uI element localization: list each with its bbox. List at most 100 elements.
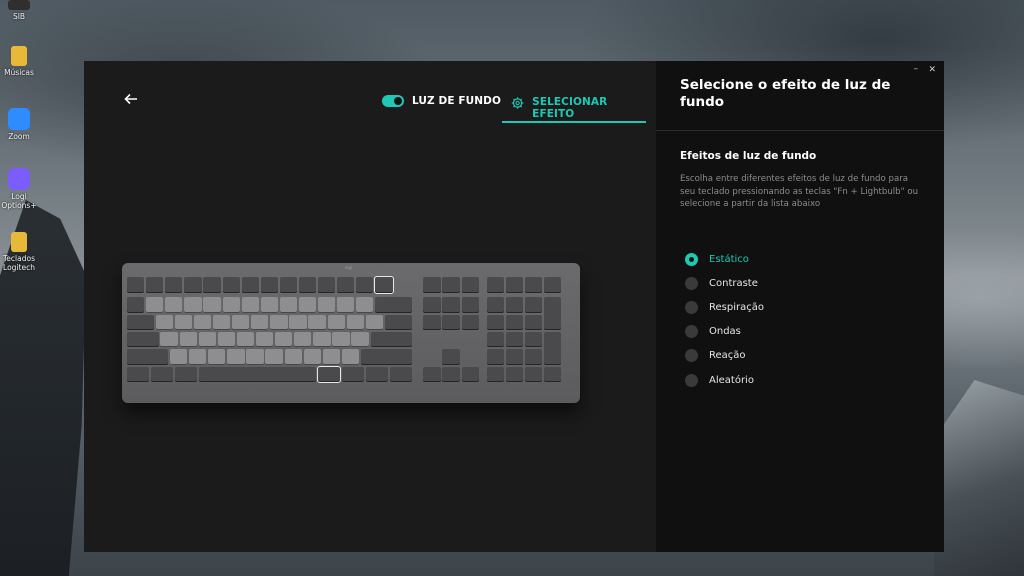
keyboard-key (169, 349, 188, 365)
keyboard-key (127, 366, 150, 382)
keyboard-key (442, 277, 460, 293)
desktop-icon-sib[interactable]: SIB (0, 0, 38, 21)
keyboard-key (298, 297, 317, 313)
keyboard-key (279, 277, 298, 293)
option-respiracao[interactable]: Respiração (685, 295, 764, 319)
keyboard-key (208, 349, 226, 365)
radio-button[interactable] (685, 373, 698, 387)
desktop-icon-musicas[interactable]: Músicas (0, 46, 38, 77)
keyboard-key (461, 277, 479, 293)
keyboard-key (160, 331, 178, 348)
minimize-button[interactable]: – (914, 64, 919, 74)
numpad-key (524, 366, 543, 382)
keyboard-key (341, 349, 360, 365)
panel-divider (656, 130, 944, 131)
keyboard-key (461, 366, 479, 382)
close-button[interactable]: ✕ (928, 65, 936, 75)
keyboard-key (303, 349, 321, 365)
keyboard-key (346, 314, 364, 331)
keyboard-key (423, 314, 441, 331)
keyboard-key (270, 314, 288, 331)
numpad-key (486, 314, 504, 331)
panel-title: Selecione o efeito de luz de fundo (680, 77, 891, 110)
radio-button[interactable] (685, 276, 698, 290)
keyboard-key (327, 314, 345, 331)
numpad-key (524, 297, 543, 313)
keyboard-key (442, 314, 460, 331)
keyboard-key (232, 314, 250, 331)
folder-icon (11, 232, 27, 252)
keyboard-key (174, 366, 197, 382)
radio-button[interactable] (685, 300, 698, 314)
keyboard-key (351, 331, 369, 348)
radio-button[interactable] (685, 252, 698, 266)
desktop-icon-zoom[interactable]: Zoom (0, 108, 38, 141)
keyboard-key (260, 297, 278, 313)
tab-select-effect[interactable]: SELECIONAR EFEITO (502, 89, 646, 123)
keyboard-key (236, 331, 255, 348)
option-ondas[interactable]: Ondas (685, 320, 764, 344)
keyboard-key (165, 277, 183, 293)
option-reacao[interactable]: Reação (685, 344, 764, 368)
keyboard-key (524, 277, 543, 293)
keyboard-key (486, 277, 504, 293)
option-contraste[interactable]: Contraste (685, 271, 764, 295)
keyboard-key (222, 277, 240, 293)
keyboard-key (461, 314, 479, 331)
keyboard-key (246, 349, 264, 365)
keyboard-key (222, 297, 240, 313)
desktop-icon-logi-options[interactable]: Logi Options+ (0, 168, 38, 210)
keyboard-key (260, 277, 278, 293)
arrow-left-icon (124, 93, 137, 105)
keyboard-key (217, 331, 236, 348)
keyboard-key (337, 277, 355, 293)
keyboard-key (265, 349, 283, 365)
option-estatico[interactable]: Estático (685, 247, 764, 271)
section-title: Efeitos de luz de fundo (680, 150, 817, 162)
keyboard-key (505, 277, 524, 293)
keyboard-key (212, 314, 231, 331)
radio-button[interactable] (685, 325, 698, 339)
keyboard-key (365, 366, 388, 382)
radio-button[interactable] (685, 349, 698, 363)
keyboard-key (127, 331, 159, 348)
keyboard-key (308, 314, 326, 331)
keyboard-key (255, 331, 274, 348)
keyboard-key (241, 277, 259, 293)
keyboard-key (275, 331, 293, 348)
numpad-key (486, 366, 504, 382)
option-aleatorio[interactable]: Aleatório (685, 368, 764, 392)
sib-icon (8, 0, 30, 10)
desktop-icon-teclados[interactable]: Teclados Logitech (0, 232, 38, 272)
tab-backlight[interactable]: LUZ DE FUNDO (382, 95, 501, 107)
zoom-icon (8, 108, 30, 130)
effect-settings-panel: – ✕ Selecione o efeito de luz de fundo E… (656, 61, 944, 552)
keyboard-key (423, 297, 441, 313)
option-label: Ondas (709, 326, 741, 338)
keyboard-key (375, 297, 412, 313)
keyboard-key (241, 297, 259, 313)
keyboard-key (389, 366, 412, 382)
keyboard-key (365, 314, 384, 331)
backlight-toggle[interactable] (382, 95, 404, 107)
numpad-key (486, 331, 504, 348)
keyboard-logo: logi (345, 265, 353, 270)
keyboard-key (193, 314, 212, 331)
keyboard-key (322, 349, 341, 365)
logi-options-window: LUZ DE FUNDO SELECIONAR EFEITO logi – ✕ … (84, 61, 944, 552)
option-label: Estático (709, 253, 749, 265)
keyboard-key (370, 331, 412, 348)
keyboard-key (543, 277, 562, 293)
keyboard-key (313, 331, 331, 348)
keyboard-key (289, 314, 307, 331)
backlight-key (374, 276, 394, 294)
keyboard-key (279, 297, 298, 313)
keyboard-key (356, 277, 374, 293)
logi-options-icon (8, 168, 30, 190)
keyboard-key (203, 297, 221, 313)
keyboard-key (294, 331, 312, 348)
keyboard-image: logi (122, 263, 580, 403)
keyboard-key (360, 349, 412, 365)
back-button[interactable] (124, 92, 142, 110)
numpad-key (505, 297, 524, 313)
